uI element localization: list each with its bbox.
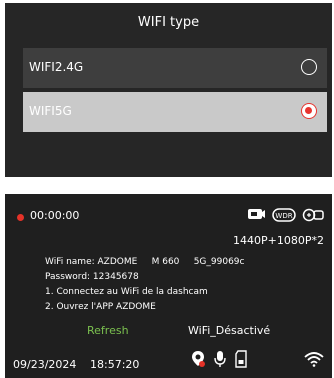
wifi-signal-icon — [304, 351, 324, 371]
svg-text:WDR: WDR — [275, 212, 292, 220]
instruction-step-1: 1. Connectez au WiFi de la dashcam — [45, 287, 208, 297]
wifi-option-2-4g-label: WIFI2.4G — [29, 60, 84, 74]
wifi-type-dialog: WIFI type WIFI2.4G WIFI5G — [5, 3, 332, 177]
password-line: Password: 12345678 — [45, 272, 139, 282]
wifi-option-5g[interactable]: WIFI5G — [23, 92, 327, 132]
sd-card-icon — [234, 350, 248, 372]
time-label: 18:57:20 — [90, 358, 140, 371]
camera-screen: 00:00:00 WDR 1440P+1080P*2 WiFi name: AZ… — [5, 194, 332, 378]
wdr-icon: WDR — [272, 207, 296, 226]
wifi-state-label: WiFi_Désactivé — [188, 324, 271, 337]
wifi-option-5g-label: WIFI5G — [29, 104, 72, 118]
date-label: 09/23/2024 — [13, 358, 77, 371]
bottom-status-icons — [190, 350, 248, 372]
wifi-option-2-4g[interactable]: WIFI2.4G — [23, 48, 327, 88]
record-time: 00:00:00 — [30, 209, 80, 222]
radio-5g[interactable] — [301, 103, 317, 119]
radio-2-4g[interactable] — [301, 59, 317, 75]
status-icons: WDR — [246, 206, 324, 226]
wifi-type-title: WIFI type — [137, 15, 200, 30]
wifi-info: WiFi name: AZDOME M 660 5G_99069c Passwo… — [45, 255, 244, 315]
gps-icon — [190, 350, 206, 372]
refresh-button[interactable]: Refresh — [87, 324, 129, 337]
gsensor-icon — [302, 207, 324, 226]
resolution-label: 1440P+1080P*2 — [233, 234, 324, 247]
instruction-step-2: 2. Ouvrez l'APP AZDOME — [45, 302, 156, 312]
record-indicator — [17, 214, 24, 221]
microphone-icon — [213, 350, 227, 372]
wifi-name-line: WiFi name: AZDOME M 660 5G_99069c — [45, 257, 245, 267]
camera-switch-icon — [246, 206, 266, 226]
